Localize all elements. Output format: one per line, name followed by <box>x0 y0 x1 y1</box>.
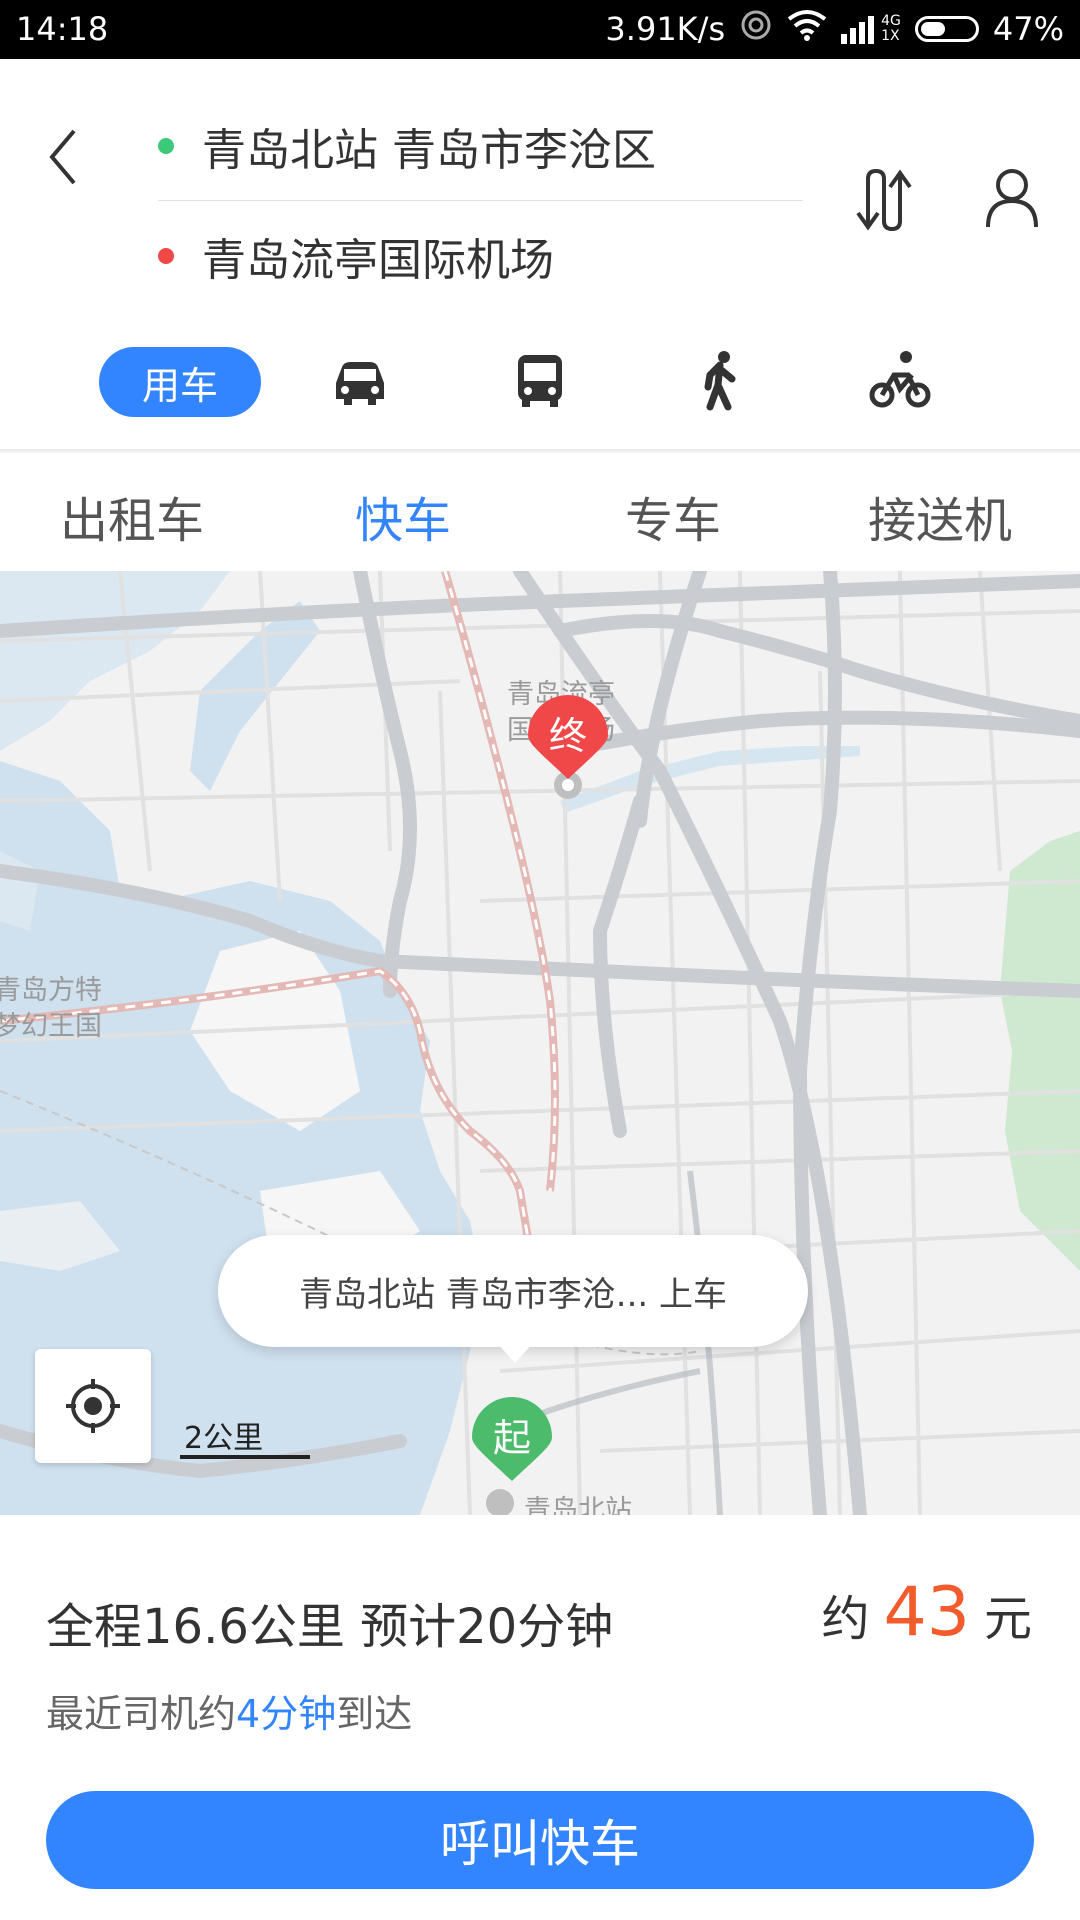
locate-icon <box>66 1379 120 1433</box>
start-marker-label: 起 <box>492 1416 531 1460</box>
battery-percent: 47% <box>992 10 1064 48</box>
price-value: 43 <box>883 1573 970 1652</box>
tab-taxi[interactable]: 出租车 <box>60 481 204 551</box>
tab-airport-transfer[interactable]: 接送机 <box>868 481 1012 551</box>
eta-suffix: 到达 <box>336 1692 413 1736</box>
transport-mode-bar: 用车 <box>0 341 1080 441</box>
trip-summary-panel: 全程16.6公里 预计20分钟 约 43 元 最近司机约4分钟到达 呼叫快车 <box>0 1515 1080 1920</box>
start-dot-icon <box>158 138 174 154</box>
eta-prefix: 最近司机约 <box>46 1692 237 1736</box>
pickup-callout-tail <box>497 1343 533 1363</box>
network-type: 4G <box>881 13 901 29</box>
walk-icon[interactable] <box>688 349 752 413</box>
network-subtype: 1X <box>881 28 900 44</box>
price-prefix: 约 <box>821 1591 870 1647</box>
tab-premium[interactable]: 专车 <box>625 481 721 551</box>
pickup-callout[interactable]: 青岛北站 青岛市李沧... 上车 <box>218 1235 808 1347</box>
end-marker-label: 终 <box>548 714 587 758</box>
price-estimate[interactable]: 约 43 元 <box>821 1573 1032 1652</box>
wifi-icon <box>787 9 827 49</box>
end-location-row[interactable]: 青岛流亭国际机场 <box>158 211 803 301</box>
signal-icon: 4G 1X <box>841 14 901 44</box>
map-view[interactable]: 青岛流亭国际机场 青岛方特梦幻王国 青岛北站 终 起 青岛北站 青岛市李沧...… <box>0 571 1080 1515</box>
battery-icon <box>914 16 979 42</box>
end-dot-icon <box>158 248 174 264</box>
back-arrow-icon <box>49 129 76 185</box>
start-marker[interactable]: 起 <box>472 1397 552 1515</box>
map-scale-bar <box>180 1455 310 1459</box>
swap-icon <box>856 168 912 232</box>
ride-type-tabs: 出租车 快车 专车 接送机 <box>0 453 1080 571</box>
status-time: 14:18 <box>16 10 109 48</box>
call-express-button[interactable]: 呼叫快车 <box>46 1791 1034 1889</box>
status-right: 3.91K/s 4G 1X 47% <box>605 8 1064 50</box>
start-location-text: 青岛北站 青岛市李沧区 <box>202 125 656 176</box>
eta-minutes: 4分钟 <box>236 1692 337 1736</box>
trip-summary: 全程16.6公里 预计20分钟 <box>46 1599 614 1655</box>
end-location-text: 青岛流亭国际机场 <box>202 235 554 286</box>
tab-express[interactable]: 快车 <box>355 481 451 551</box>
end-marker[interactable]: 终 <box>528 695 608 805</box>
route-divider <box>158 200 803 201</box>
hotspot-icon <box>739 8 773 50</box>
driver-eta: 最近司机约4分钟到达 <box>46 1683 412 1738</box>
user-icon <box>986 169 1038 228</box>
start-location-row[interactable]: 青岛北站 青岛市李沧区 <box>158 101 803 191</box>
network-speed: 3.91K/s <box>605 10 726 48</box>
bike-icon[interactable] <box>868 349 932 413</box>
status-bar: 14:18 3.91K/s 4G 1X 47% <box>0 0 1080 59</box>
mode-ride-hailing[interactable]: 用车 <box>99 347 261 417</box>
bus-icon[interactable] <box>508 349 572 413</box>
locate-button[interactable] <box>35 1349 151 1463</box>
map-scale-label: 2公里 <box>184 1421 264 1456</box>
back-button[interactable] <box>40 117 90 197</box>
swap-route-button[interactable] <box>850 165 912 235</box>
theme-park-label: 青岛方特 梦幻王国 <box>0 975 102 1042</box>
user-profile-button[interactable] <box>985 167 1039 229</box>
price-unit: 元 <box>983 1591 1032 1647</box>
route-header: 青岛北站 青岛市李沧区 青岛流亭国际机场 用车 <box>0 59 1080 449</box>
car-icon[interactable] <box>328 349 392 413</box>
